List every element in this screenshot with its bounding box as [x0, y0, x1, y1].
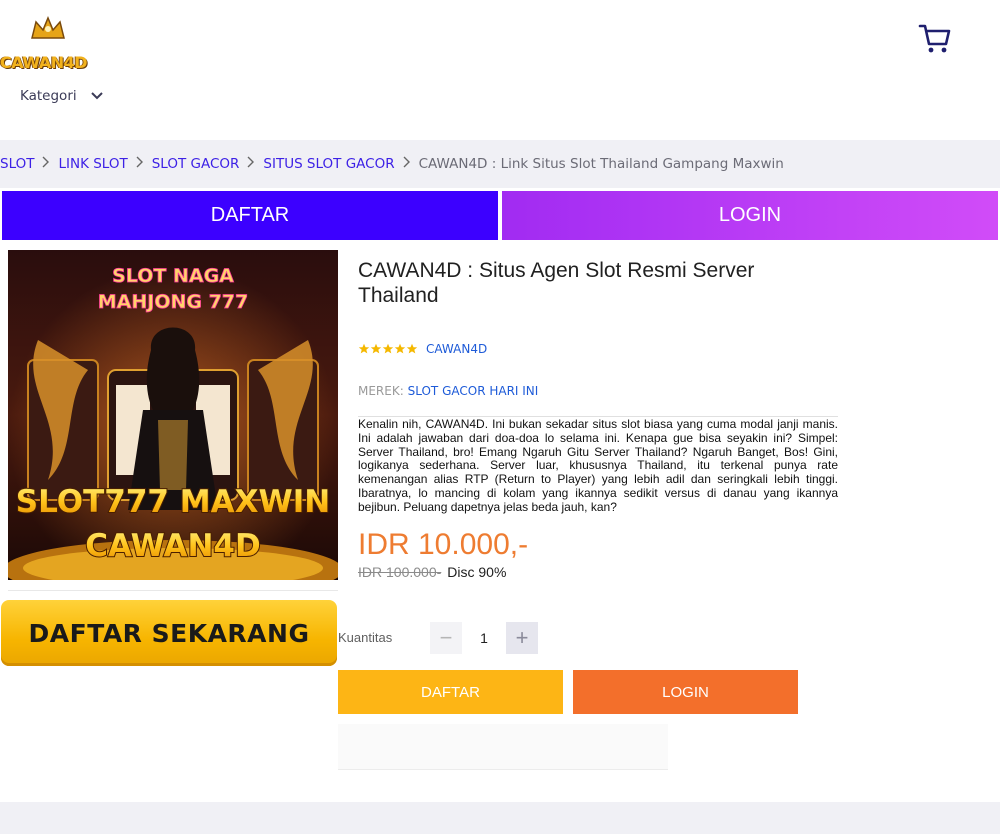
breadcrumb: SLOT LINK SLOT SLOT GACOR SITUS SLOT GAC… [0, 140, 1000, 188]
breadcrumb-link-slot[interactable]: SLOT [0, 156, 34, 172]
rating-stars [358, 343, 418, 355]
star-icon [394, 343, 406, 354]
empty-panel [338, 724, 668, 770]
product-price: IDR 10.000,- [358, 528, 529, 561]
star-icon [358, 343, 370, 354]
top-daftar-button[interactable]: DAFTAR [2, 191, 498, 240]
seller-link[interactable]: CAWAN4D [426, 342, 487, 356]
rating-row: CAWAN4D [358, 342, 487, 356]
site-logo[interactable]: CAWAN4D [0, 16, 96, 72]
banner-label: DAFTAR SEKARANG [28, 618, 310, 648]
kategori-label: Kategori [20, 88, 77, 104]
crown-icon [31, 16, 65, 39]
kategori-dropdown[interactable]: Kategori [20, 86, 103, 106]
top-login-button[interactable]: LOGIN [502, 191, 998, 240]
chevron-down-icon [90, 92, 103, 100]
logo-text: CAWAN4D [0, 53, 88, 72]
product-title: CAWAN4D : Situs Agen Slot Resmi Server T… [358, 259, 755, 307]
quantity-value[interactable]: 1 [466, 622, 502, 654]
old-price-row: IDR 100.000- Disc 90% [358, 564, 506, 580]
quantity-label: Kuantitas [338, 630, 393, 645]
star-icon [370, 343, 382, 354]
plus-icon: + [515, 625, 529, 650]
old-price: IDR 100.000- [358, 564, 442, 580]
star-icon [406, 343, 418, 354]
minus-icon: − [439, 625, 453, 650]
chevron-right-icon [239, 156, 263, 172]
breadcrumb-link-link-slot[interactable]: LINK SLOT [58, 156, 127, 172]
image-title-1: SLOT NAGA [112, 265, 234, 287]
image-caption-2: CAWAN4D [85, 528, 260, 564]
login-button[interactable]: LOGIN [573, 670, 798, 714]
product-description: Kenalin nih, CAWAN4D. Ini bukan sekadar … [358, 416, 838, 514]
divider [8, 590, 338, 591]
quantity-increase-button[interactable]: + [506, 622, 538, 654]
breadcrumb-link-situs-slot-gacor[interactable]: SITUS SLOT GACOR [263, 156, 394, 172]
chevron-right-icon [34, 156, 58, 172]
image-caption-1: SLOT777 MAXWIN [16, 484, 330, 520]
brand-link[interactable]: SLOT GACOR HARI INI [408, 384, 539, 398]
discount-label: Disc 90% [447, 564, 507, 580]
brand-label: MEREK: [358, 384, 404, 398]
shopping-cart-icon[interactable] [918, 22, 952, 54]
site-header: CAWAN4D Kategori [0, 0, 1000, 140]
daftar-button[interactable]: DAFTAR [338, 670, 563, 714]
breadcrumb-link-slot-gacor[interactable]: SLOT GACOR [152, 156, 240, 172]
chevron-right-icon [128, 156, 152, 172]
product-image[interactable]: SLOT NAGA MAHJONG 777 SLOT777 MAXWIN CAW… [8, 250, 338, 580]
product-illustration: SLOT NAGA MAHJONG 777 SLOT777 MAXWIN CAW… [8, 250, 338, 580]
quantity-decrease-button[interactable]: − [430, 622, 462, 654]
footer-bar [0, 802, 1000, 834]
chevron-right-icon [395, 156, 419, 172]
brand-row: MEREK: SLOT GACOR HARI INI [358, 384, 538, 398]
daftar-sekarang-banner[interactable]: DAFTAR SEKARANG [1, 600, 337, 666]
star-icon [382, 343, 394, 354]
breadcrumb-current: CAWAN4D : Link Situs Slot Thailand Gampa… [418, 156, 784, 172]
image-title-2: MAHJONG 777 [98, 291, 249, 313]
